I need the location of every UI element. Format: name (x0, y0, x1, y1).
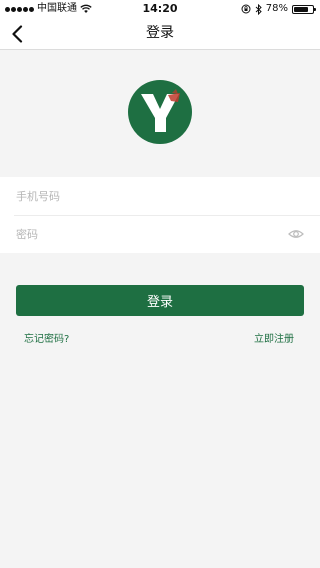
status-bar: 中国联通 14:20 78% (0, 0, 320, 18)
bluetooth-icon (255, 3, 262, 15)
password-row (0, 215, 320, 253)
battery-percent: 78% (265, 3, 288, 14)
battery-fill (294, 6, 308, 12)
app-logo (128, 80, 192, 144)
phone-row (0, 177, 320, 215)
y-logo-icon (128, 80, 192, 144)
register-link[interactable]: 立即注册 (254, 333, 294, 347)
eye-icon[interactable] (288, 227, 304, 241)
forgot-password-link[interactable]: 忘记密码? (24, 333, 69, 347)
page-title: 登录 (146, 25, 174, 41)
password-input[interactable] (16, 215, 276, 253)
phone-input[interactable] (16, 177, 276, 215)
rotation-lock-icon (241, 4, 251, 14)
battery-icon (292, 4, 316, 14)
login-form (0, 177, 320, 253)
login-button[interactable]: 登录 (16, 285, 304, 316)
status-right: 78% (241, 0, 316, 18)
nav-bar: 登录 (0, 18, 320, 50)
